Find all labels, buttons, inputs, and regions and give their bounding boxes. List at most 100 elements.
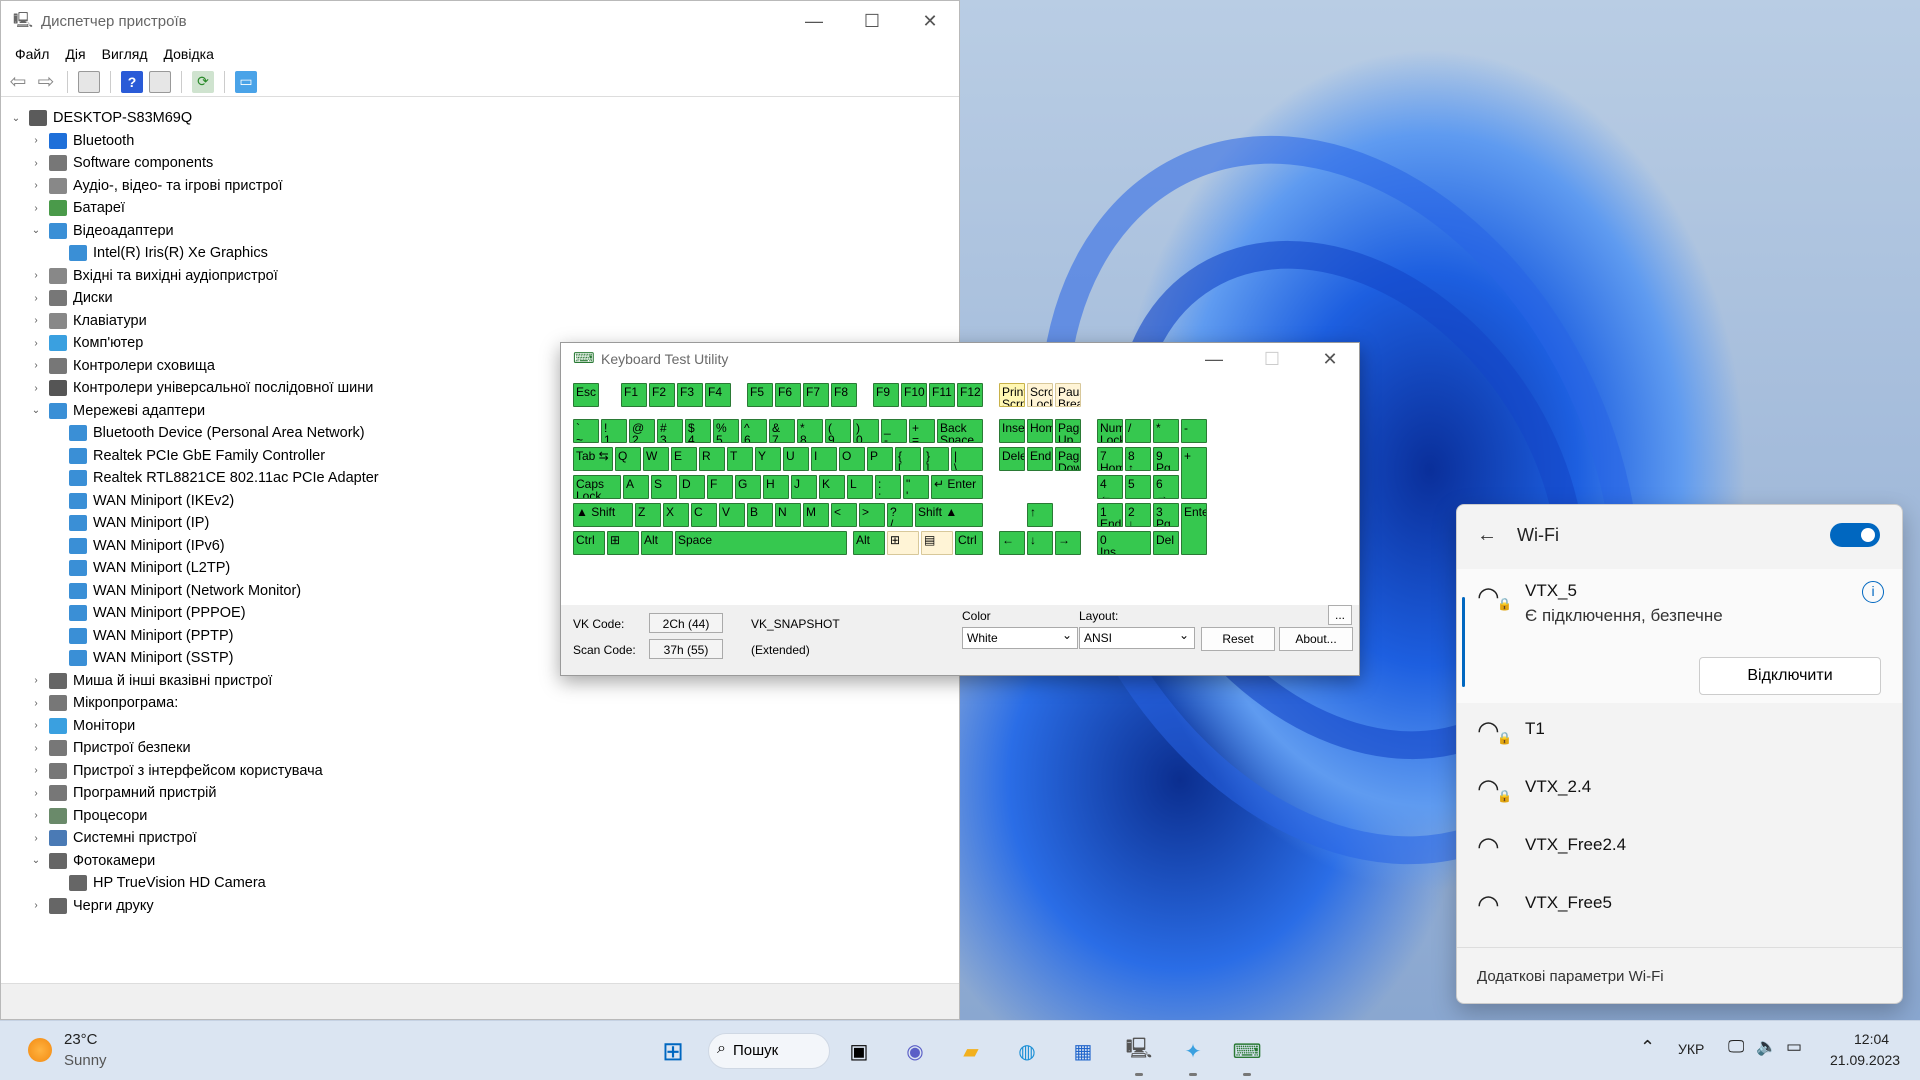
chevron-right-icon[interactable]: › [29, 270, 43, 281]
start-icon[interactable]: ⊞ [656, 1034, 690, 1068]
network-icon[interactable]: 🖵 [1728, 1037, 1744, 1057]
chevron-right-icon[interactable]: › [29, 293, 43, 304]
chevron-right-icon[interactable]: › [29, 675, 43, 686]
chevron-right-icon[interactable]: › [29, 338, 43, 349]
tree-category[interactable]: › Процесори [1, 805, 959, 828]
close-button[interactable]: ✕ [901, 1, 959, 41]
file-explorer-icon[interactable]: ▰ [954, 1034, 988, 1068]
minimize-button[interactable]: — [1185, 339, 1243, 379]
tree-category[interactable]: › Аудіо-, відео- та ігрові пристрої [1, 175, 959, 198]
chevron-down-icon[interactable]: ⌄ [29, 225, 43, 236]
about-button[interactable]: About... [1279, 627, 1353, 651]
chevron-up-icon[interactable]: ⌃ [1640, 1037, 1655, 1058]
tree-category[interactable]: › Вхідні та вихідні аудіопристрої [1, 265, 959, 288]
chevron-right-icon[interactable]: › [29, 203, 43, 214]
chevron-right-icon[interactable]: › [29, 383, 43, 394]
volume-icon[interactable]: 🔈 [1756, 1037, 1777, 1057]
forward-arrow-icon[interactable]: ⇨ [35, 71, 57, 93]
chevron-right-icon[interactable]: › [29, 360, 43, 371]
color-select[interactable]: White [962, 627, 1078, 649]
tree-category[interactable]: › Bluetooth [1, 130, 959, 153]
chevron-right-icon[interactable]: › [29, 315, 43, 326]
clock-time[interactable]: 12:04 [1854, 1031, 1889, 1047]
tree-category[interactable]: › Системні пристрої [1, 827, 959, 850]
more-wifi-settings-link[interactable]: Додаткові параметри Wi-Fi [1457, 947, 1902, 1003]
chevron-right-icon[interactable]: › [29, 158, 43, 169]
monitor-icon[interactable]: ▭ [235, 70, 257, 93]
close-button[interactable]: ✕ [1301, 339, 1359, 379]
minimize-button[interactable]: — [785, 1, 843, 41]
chevron-right-icon[interactable]: › [29, 698, 43, 709]
chevron-down-icon[interactable]: ⌄ [29, 405, 43, 416]
menu-view[interactable]: Вигляд [94, 46, 156, 62]
tree-category[interactable]: › Монітори [1, 715, 959, 738]
tree-category[interactable]: › Черги друку [1, 895, 959, 918]
chat-icon[interactable]: ◉ [898, 1034, 932, 1068]
tree-category[interactable]: › Мікропрограма: [1, 692, 959, 715]
tree-category[interactable]: › Клавіатури [1, 310, 959, 333]
keyboard-test-utility-taskbar-icon[interactable]: ⌨ [1230, 1034, 1264, 1068]
tree-category[interactable]: ⌄ Фотокамери [1, 850, 959, 873]
title-bar[interactable]: ⌨ Keyboard Test Utility — ☐ ✕ [561, 343, 1359, 375]
more-button[interactable]: ... [1328, 605, 1352, 625]
menu-action[interactable]: Дія [57, 46, 93, 62]
chevron-right-icon[interactable]: › [29, 765, 43, 776]
network-adapter-icon [69, 492, 87, 509]
menu-help[interactable]: Довідка [156, 46, 222, 62]
tree-device[interactable]: Intel(R) Iris(R) Xe Graphics [1, 242, 959, 265]
show-hide-tree-icon[interactable] [78, 70, 100, 93]
edge-icon[interactable]: ◍ [1010, 1034, 1044, 1068]
wifi-network-item[interactable]: ◠ 🔒 T1 [1457, 703, 1902, 761]
battery-icon[interactable]: ▭ [1786, 1037, 1802, 1057]
layout-select[interactable]: ANSI [1079, 627, 1195, 649]
search-box[interactable]: ⌕ Пошук [708, 1033, 830, 1069]
input-language[interactable]: УКР [1678, 1041, 1704, 1057]
store-icon[interactable]: ▦ [1066, 1034, 1100, 1068]
chevron-right-icon[interactable]: › [29, 833, 43, 844]
task-view-icon[interactable]: ▣ [842, 1034, 876, 1068]
wifi-network-item[interactable]: ◠ 🔒 VTX_2.4 [1457, 761, 1902, 819]
chevron-right-icon[interactable]: › [29, 788, 43, 799]
tree-category[interactable]: › Батареї [1, 197, 959, 220]
device-manager-taskbar-icon[interactable]: 🖳 [1122, 1034, 1156, 1068]
tree-category[interactable]: › Пристрої безпеки [1, 737, 959, 760]
disconnect-button[interactable]: Відключити [1699, 657, 1881, 695]
menu-file[interactable]: Файл [7, 46, 57, 62]
weather-condition[interactable]: Sunny [64, 1052, 107, 1069]
chevron-right-icon[interactable]: › [29, 135, 43, 146]
properties-icon[interactable] [149, 70, 171, 93]
info-icon[interactable]: i [1862, 581, 1884, 603]
network-setup-icon[interactable]: ✦ [1176, 1034, 1210, 1068]
chevron-right-icon[interactable]: › [29, 743, 43, 754]
tree-category[interactable]: › Програмний пристрій [1, 782, 959, 805]
tree-category[interactable]: › Пристрої з інтерфейсом користувача [1, 760, 959, 783]
tree-device[interactable]: HP TrueVision HD Camera [1, 872, 959, 895]
connected-network[interactable]: ◠ 🔒 VTX_5 Є підключення, безпечне i Відк… [1457, 569, 1902, 703]
chevron-right-icon[interactable]: › [29, 180, 43, 191]
reset-button[interactable]: Reset [1201, 627, 1275, 651]
horizontal-scrollbar[interactable] [1, 983, 959, 1019]
scan-hardware-icon[interactable]: ⟳ [192, 70, 214, 93]
clock-date[interactable]: 21.09.2023 [1830, 1052, 1900, 1068]
keyboard-key: * [1153, 419, 1179, 443]
wifi-network-item[interactable]: ◠ VTX_Free2.4 [1457, 819, 1902, 877]
maximize-button[interactable]: ☐ [843, 1, 901, 41]
tree-category[interactable]: › Software components [1, 152, 959, 175]
tree-category[interactable]: ⌄ Відеоадаптери [1, 220, 959, 243]
sun-icon[interactable] [28, 1038, 52, 1062]
chevron-right-icon[interactable]: › [29, 720, 43, 731]
wifi-toggle[interactable] [1830, 523, 1880, 547]
chevron-right-icon[interactable]: › [29, 810, 43, 821]
back-arrow-icon[interactable]: ⇦ [7, 71, 29, 93]
chevron-right-icon[interactable]: › [29, 900, 43, 911]
wifi-network-item[interactable]: ◠ VTX_Free5 [1457, 877, 1902, 935]
weather-temperature[interactable]: 23°C [64, 1031, 98, 1048]
title-bar[interactable]: 🖳 Диспетчер пристроїв — ☐ ✕ [1, 1, 959, 41]
chevron-down-icon[interactable]: ⌄ [29, 855, 43, 866]
help-icon[interactable]: ? [121, 70, 143, 93]
tree-category[interactable]: › Диски [1, 287, 959, 310]
chevron-down-icon[interactable]: ⌄ [9, 113, 23, 124]
back-arrow-icon[interactable]: ← [1477, 524, 1507, 547]
tree-root[interactable]: ⌄ DESKTOP-S83M69Q [1, 107, 959, 130]
maximize-button[interactable]: ☐ [1243, 339, 1301, 379]
